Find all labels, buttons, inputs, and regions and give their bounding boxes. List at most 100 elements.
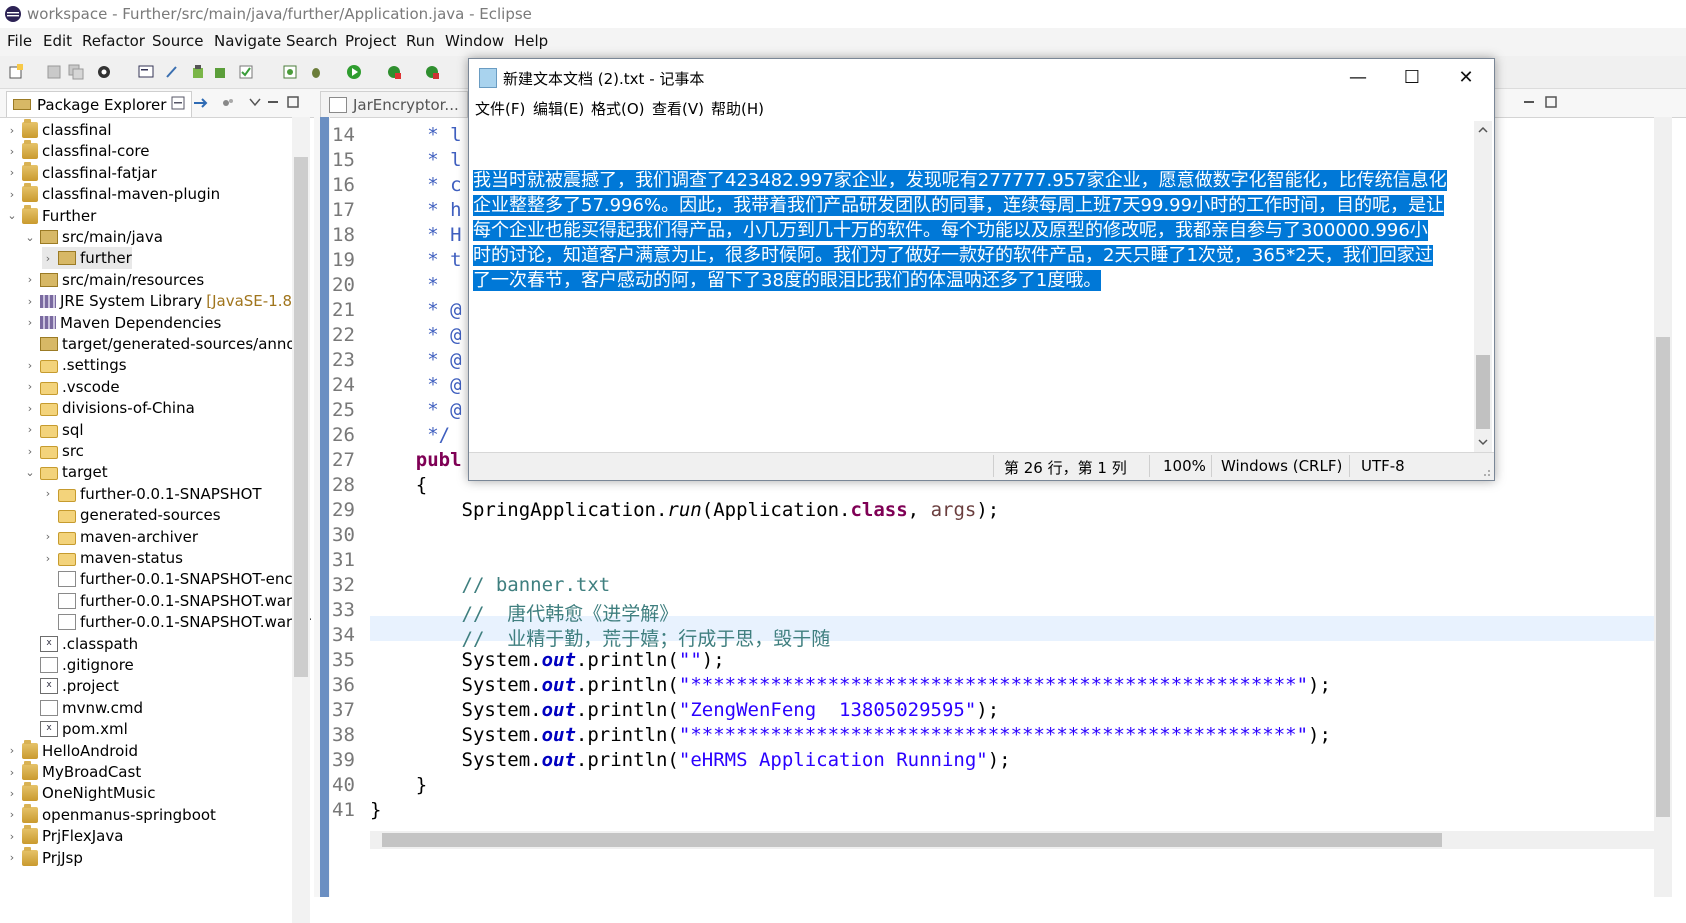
chevron-right-icon[interactable]: › [42, 552, 54, 565]
tree-item[interactable]: mvnw.cmd [24, 697, 143, 719]
task-icon[interactable] [238, 64, 254, 80]
menu-window[interactable]: Window [445, 32, 504, 50]
run-icon[interactable] [346, 64, 362, 80]
tree-item[interactable]: › MyBroadCast [6, 761, 141, 783]
tree-item[interactable]: ⌄ target [24, 461, 107, 483]
tree-item[interactable]: target/generated-sources/annota [24, 333, 311, 355]
notepad-text-area[interactable]: 我当时就被震撼了，我们调查了423482.997家企业，发现呢有277777.9… [469, 121, 1474, 452]
menu-refactor[interactable]: Refactor [82, 32, 145, 50]
chevron-right-icon[interactable]: › [24, 359, 36, 372]
tree-item[interactable]: .gitignore [24, 654, 134, 676]
notepad-menu-format[interactable]: 格式(O) [591, 98, 645, 119]
view-menu-icon[interactable] [248, 95, 262, 109]
tree-item[interactable]: › classfinal-core [6, 140, 149, 162]
tree-item[interactable]: › Maven Dependencies [24, 312, 221, 334]
tree-item[interactable]: › divisions-of-China [24, 397, 195, 419]
tree-item[interactable]: › PrjFlexJava [6, 825, 123, 847]
maximize-view-icon[interactable] [286, 95, 300, 109]
tree-item[interactable]: › OneNightMusic [6, 782, 156, 804]
editor-vertical-scrollbar[interactable] [1654, 117, 1672, 897]
chevron-down-icon[interactable]: ⌄ [24, 231, 36, 244]
tree-item[interactable]: ⌄ Further [6, 204, 96, 227]
scroll-down-icon[interactable] [1478, 437, 1488, 447]
collapse-all-icon[interactable] [170, 95, 186, 111]
build-icon[interactable] [190, 64, 206, 80]
open-perspective-icon[interactable] [96, 64, 112, 80]
chevron-right-icon[interactable]: › [24, 295, 36, 308]
tree-item[interactable]: › classfinal-maven-plugin [6, 183, 220, 205]
menu-file[interactable]: File [7, 32, 32, 50]
chevron-right-icon[interactable]: › [42, 252, 54, 265]
chevron-right-icon[interactable]: › [6, 830, 18, 843]
menu-navigate[interactable]: Navigate [214, 32, 281, 50]
chevron-right-icon[interactable]: › [6, 744, 18, 757]
editor-tab-jarencryptor[interactable]: JarEncryptor... [320, 91, 468, 117]
chevron-right-icon[interactable]: › [6, 166, 18, 179]
maximize-button[interactable]: ☐ [1385, 59, 1439, 95]
minimize-view-icon[interactable] [266, 95, 280, 109]
chevron-right-icon[interactable]: › [24, 380, 36, 393]
tree-item[interactable]: › PrjJsp [6, 846, 83, 869]
tree-item[interactable]: › openmanus-springboot [6, 803, 216, 826]
package-explorer-tab[interactable]: Package Explorer × [6, 91, 192, 117]
chevron-right-icon[interactable]: › [6, 145, 18, 158]
package-explorer-scroll-thumb[interactable] [294, 157, 308, 677]
external-tools-icon[interactable] [424, 64, 440, 80]
editor-vertical-scroll-thumb[interactable] [1656, 337, 1670, 817]
tree-item[interactable]: ⌄ src/main/java [24, 226, 163, 248]
save-icon[interactable] [46, 64, 62, 80]
tree-item[interactable]: › further [42, 247, 132, 270]
maximize-editor-icon[interactable] [1544, 95, 1558, 109]
chevron-right-icon[interactable]: › [6, 787, 18, 800]
chevron-down-icon[interactable]: ⌄ [24, 466, 36, 479]
minimize-button[interactable]: — [1331, 59, 1385, 95]
chevron-right-icon[interactable]: › [6, 124, 18, 137]
tree-item[interactable]: › classfinal-fatjar [6, 161, 157, 184]
chevron-right-icon[interactable]: › [24, 273, 36, 286]
toggle-mark-icon[interactable] [164, 64, 180, 80]
tree-item[interactable]: › further-0.0.1-SNAPSHOT [42, 483, 262, 505]
notepad-menu-file[interactable]: 文件(F) [475, 98, 525, 119]
new-icon[interactable] [8, 64, 24, 80]
tree-item[interactable]: › HelloAndroid [6, 739, 138, 762]
menu-run[interactable]: Run [406, 32, 435, 50]
console-icon[interactable] [138, 64, 154, 80]
tree-item[interactable]: x .classpath [24, 633, 138, 655]
tree-item[interactable]: › src/main/resources [24, 269, 204, 291]
editor-horizontal-scroll-thumb[interactable] [382, 833, 1442, 847]
menu-source[interactable]: Source [152, 32, 204, 50]
save-all-icon[interactable] [68, 64, 84, 80]
tree-item[interactable]: further-0.0.1-SNAPSHOT.war [42, 590, 292, 612]
chevron-down-icon[interactable]: ⌄ [6, 209, 18, 222]
chevron-right-icon[interactable]: › [24, 402, 36, 415]
chevron-right-icon[interactable]: › [6, 188, 18, 201]
tree-item[interactable]: further-0.0.1-SNAPSHOT.war.or [42, 611, 311, 633]
link-with-editor-icon[interactable] [192, 95, 208, 111]
tree-item[interactable]: x pom.xml [24, 718, 128, 740]
package-explorer-scrollbar[interactable] [292, 117, 310, 923]
menu-project[interactable]: Project [345, 32, 396, 50]
tree-item[interactable]: › maven-archiver [42, 526, 198, 548]
tree-item[interactable]: generated-sources [42, 504, 221, 526]
notepad-menu-edit[interactable]: 编辑(E) [533, 98, 584, 119]
notepad-scroll-thumb[interactable] [1476, 355, 1490, 429]
chevron-right-icon[interactable]: › [6, 808, 18, 821]
scroll-up-icon[interactable] [1478, 125, 1488, 135]
chevron-right-icon[interactable]: › [24, 423, 36, 436]
tree-item[interactable]: › .vscode [24, 376, 120, 398]
new-java-class-icon[interactable] [282, 64, 298, 80]
chevron-right-icon[interactable]: › [24, 316, 36, 329]
editor-horizontal-scrollbar[interactable] [370, 831, 1660, 849]
notepad-menu-help[interactable]: 帮助(H) [711, 98, 764, 119]
notepad-vertical-scrollbar[interactable] [1474, 121, 1492, 452]
chevron-right-icon[interactable]: › [24, 445, 36, 458]
notepad-menu-view[interactable]: 查看(V) [652, 98, 704, 119]
resize-grip-icon[interactable] [1479, 465, 1491, 477]
chevron-right-icon[interactable]: › [6, 851, 18, 864]
chevron-right-icon[interactable]: › [42, 487, 54, 500]
debug-icon[interactable] [308, 64, 324, 80]
tree-item[interactable]: › maven-status [42, 547, 183, 569]
filter-icon[interactable] [220, 95, 236, 111]
minimize-editor-icon[interactable] [1522, 95, 1536, 109]
chevron-right-icon[interactable]: › [6, 766, 18, 779]
